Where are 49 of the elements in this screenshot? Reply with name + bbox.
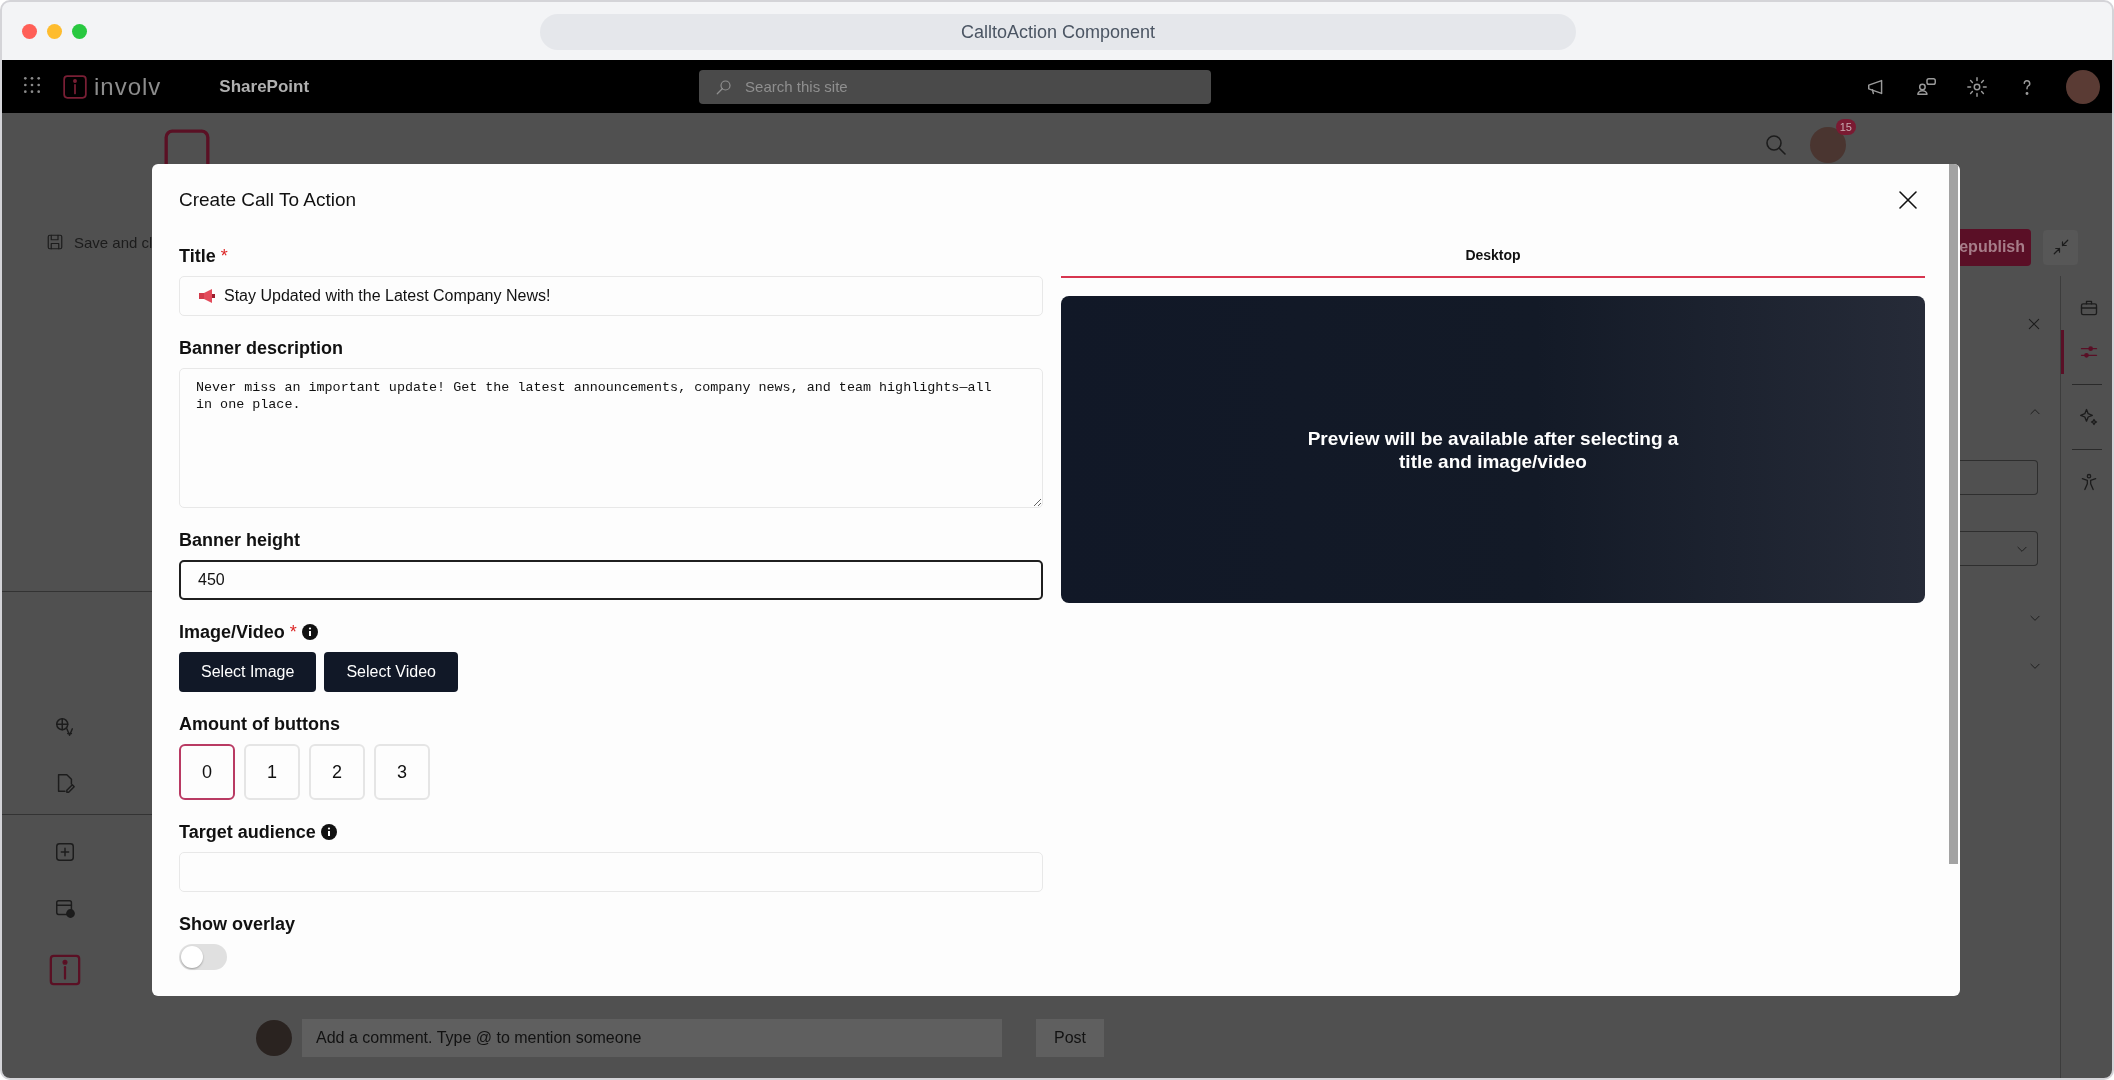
republish-button[interactable]: epublish <box>1958 228 2031 266</box>
user-avatar[interactable] <box>2066 69 2100 104</box>
close-icon <box>2026 316 2042 332</box>
logo-icon <box>48 953 82 987</box>
count-option[interactable]: 0 <box>179 744 235 800</box>
description-field[interactable]: Never miss an important update! Get the latest announcements, company news, and team highlights—all in one place. <box>179 368 1043 508</box>
close-icon <box>1896 188 1920 212</box>
select-button[interactable]: Select Image <box>179 652 317 692</box>
logo-icon <box>62 73 88 100</box>
count-option[interactable]: 2 <box>309 744 365 800</box>
count-option[interactable]: 3 <box>374 744 430 800</box>
brand-name: involv <box>94 72 162 101</box>
field-label: Banner height <box>179 529 300 551</box>
overlay-toggle[interactable] <box>179 944 227 970</box>
translate-icon <box>54 716 76 738</box>
field-label: Image/Video <box>179 621 285 643</box>
app-launcher-icon <box>22 74 42 95</box>
dialog-title: Create Call To Action <box>179 189 357 211</box>
field-label: Banner description <box>179 337 344 359</box>
calendar-icon <box>54 897 76 919</box>
add-icon <box>54 841 76 863</box>
settings-icon <box>1966 75 1988 98</box>
collapse-button[interactable] <box>2043 229 2078 265</box>
address-bar[interactable]: CalltoAction Component <box>540 14 1576 50</box>
collapse-icon <box>2051 238 2070 256</box>
save-icon <box>46 233 64 251</box>
select-button[interactable]: Select Video <box>324 652 458 692</box>
count-option[interactable]: 1 <box>244 744 300 800</box>
close-light[interactable] <box>22 23 37 39</box>
minimize-light[interactable] <box>47 23 62 39</box>
required-mark: * <box>289 621 297 643</box>
field-label: Title <box>179 245 216 267</box>
sparkle-icon <box>2078 407 2099 427</box>
scrollbar-thumb[interactable] <box>1949 164 1958 864</box>
app-name[interactable]: SharePoint <box>219 76 310 97</box>
desktop-tab[interactable]: Desktop <box>1061 244 1925 278</box>
people-icon <box>1916 75 1938 98</box>
megaphone-icon <box>198 288 216 304</box>
field-label: Amount of buttons <box>179 713 340 735</box>
required-mark: * <box>220 245 228 267</box>
field-label: Target audience <box>179 821 316 843</box>
notification-badge: 15 <box>1835 119 1856 135</box>
search-icon <box>715 77 734 96</box>
search-icon <box>1764 133 1788 157</box>
preview-message: Preview will be available after selecting a title and image/video <box>1306 426 1680 473</box>
zoom-light[interactable] <box>72 23 87 39</box>
briefcase-icon <box>2078 298 2099 318</box>
field-label: Show overlay <box>179 913 296 935</box>
commenter-avatar <box>256 1020 292 1056</box>
